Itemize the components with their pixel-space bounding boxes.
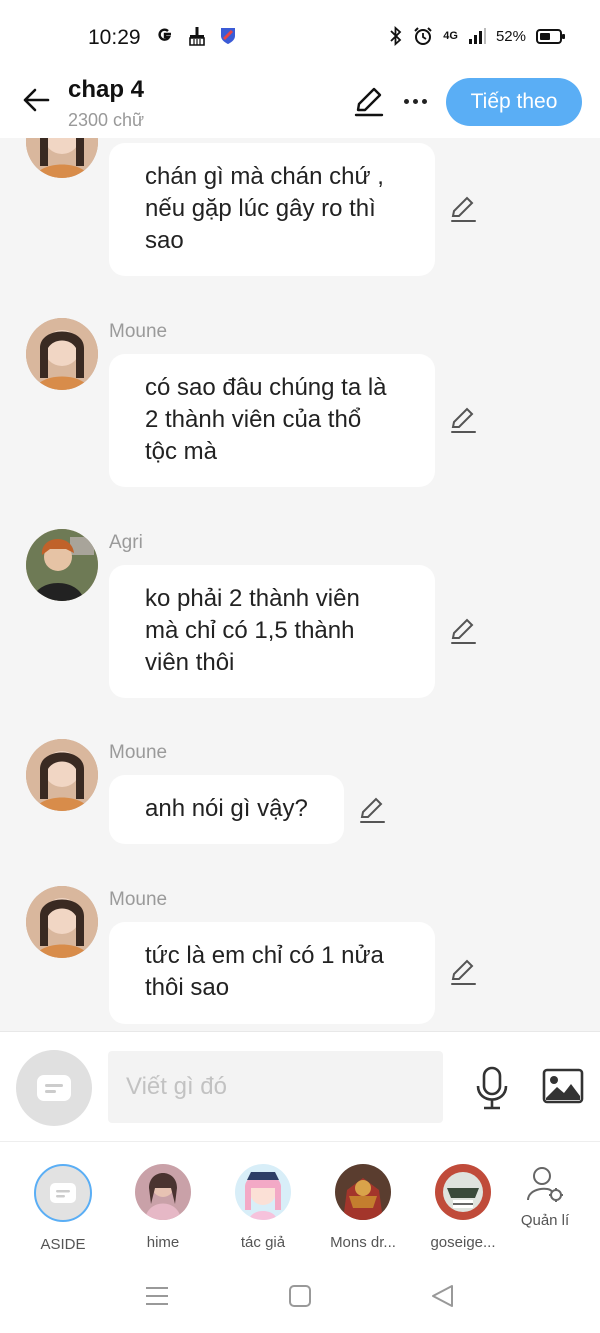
pencil-icon	[354, 87, 384, 117]
chat-bubble-icon	[37, 1075, 71, 1101]
aside-avatar	[34, 1164, 92, 1222]
system-nav-bar	[0, 1256, 600, 1333]
chat-bubble-icon	[50, 1183, 76, 1203]
status-bar: 10:29 4G 52%	[0, 0, 600, 70]
alarm-icon	[414, 27, 432, 45]
bluetooth-icon	[390, 26, 402, 46]
character-label: tác giả	[240, 1234, 286, 1251]
message-bubble[interactable]: chán gì mà chán chứ , nếu gặp lúc gây ro…	[109, 143, 435, 276]
edit-message-button[interactable]	[357, 795, 387, 825]
chapter-header: chap 4 2300 chữ Tiếp theo	[0, 70, 600, 138]
sender-name: Agri	[109, 532, 143, 553]
avatar[interactable]	[26, 886, 98, 958]
message-bubble[interactable]: anh nói gì vậy?	[109, 775, 344, 844]
pencil-icon	[451, 959, 476, 985]
edit-message-button[interactable]	[448, 616, 478, 646]
shield-icon	[221, 28, 235, 44]
page-title: chap 4	[68, 76, 145, 103]
image-icon	[542, 1068, 584, 1104]
character-aside[interactable]: ASIDE	[18, 1164, 108, 1253]
nav-back-button[interactable]	[430, 1284, 456, 1308]
message-list[interactable]: chán gì mà chán chứ , nếu gặp lúc gây ro…	[0, 138, 600, 1031]
character-goseige[interactable]: goseige...	[418, 1164, 508, 1251]
pencil-icon	[451, 618, 476, 644]
microphone-icon	[476, 1066, 508, 1110]
sender-name: Moune	[109, 742, 168, 763]
battery-icon	[536, 28, 565, 44]
composer	[0, 1031, 600, 1141]
avatar[interactable]	[26, 739, 98, 811]
network-type: 4G	[443, 30, 458, 42]
avatar[interactable]	[26, 318, 98, 390]
pencil-icon	[360, 797, 385, 823]
nav-menu-button[interactable]	[144, 1284, 170, 1308]
character-label: goseige...	[430, 1234, 496, 1251]
message-bubble[interactable]: tức là em chỉ có 1 nửa thôi sao	[109, 922, 435, 1024]
pencil-icon	[451, 407, 476, 433]
broom-icon	[189, 27, 205, 46]
avatar	[335, 1164, 391, 1220]
back-button[interactable]	[18, 82, 54, 118]
voice-button[interactable]	[474, 1066, 510, 1110]
manage-characters-button[interactable]: Quản lí	[500, 1164, 590, 1229]
nav-home-button[interactable]	[287, 1284, 313, 1308]
user-settings-icon	[527, 1167, 563, 1202]
sender-name: Moune	[109, 321, 168, 342]
next-chapter-button[interactable]: Tiếp theo	[446, 78, 582, 126]
square-icon	[289, 1285, 311, 1307]
edit-message-button[interactable]	[448, 194, 478, 224]
edit-title-button[interactable]	[352, 84, 386, 118]
avatar[interactable]	[26, 529, 98, 601]
character-label: hime	[146, 1234, 180, 1251]
word-count: 2300 chữ	[68, 110, 145, 130]
pencil-icon	[451, 196, 476, 222]
character-label: ASIDE	[40, 1236, 86, 1253]
avatar	[135, 1164, 191, 1220]
message-bubble[interactable]: có sao đâu chúng ta là 2 thành viên của …	[109, 354, 435, 487]
more-dots-icon	[403, 98, 409, 104]
character-tac-gia[interactable]: tác giả	[218, 1164, 308, 1251]
avatar	[435, 1164, 491, 1220]
sender-name: Moune	[109, 889, 168, 910]
menu-icon	[146, 1287, 168, 1305]
character-hime[interactable]: hime	[118, 1164, 208, 1251]
avatar	[235, 1164, 291, 1220]
g-app-icon	[158, 28, 172, 41]
character-bar: ASIDE hime tác giả Mons dr... goseige...…	[0, 1141, 600, 1256]
chat-mode-button[interactable]	[16, 1050, 92, 1126]
signal-icon	[468, 28, 486, 44]
message-input[interactable]	[108, 1051, 443, 1123]
more-options-button[interactable]	[398, 84, 432, 118]
avatar[interactable]	[26, 138, 98, 178]
character-label: Quản lí	[520, 1212, 570, 1229]
status-time: 10:29	[88, 26, 141, 49]
triangle-back-icon	[432, 1285, 453, 1307]
battery-percent: 52%	[495, 27, 526, 45]
message-bubble[interactable]: ko phải 2 thành viên mà chỉ có 1,5 thành…	[109, 565, 435, 698]
edit-message-button[interactable]	[448, 405, 478, 435]
character-label: Mons dr...	[330, 1234, 396, 1251]
character-mons[interactable]: Mons dr...	[318, 1164, 408, 1251]
arrow-left-icon	[23, 88, 50, 112]
edit-message-button[interactable]	[448, 957, 478, 987]
image-button[interactable]	[542, 1068, 584, 1104]
